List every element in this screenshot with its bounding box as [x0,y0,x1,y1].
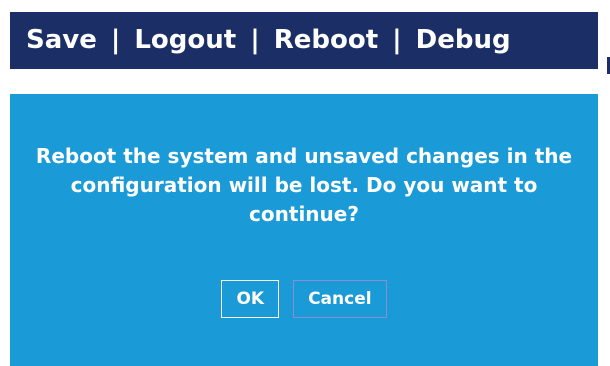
dialog-buttons: OK Cancel [10,280,598,318]
nav-separator: | [392,25,402,55]
top-toolbar: Save | Logout | Reboot | Debug [10,12,598,69]
dialog-message: Reboot the system and unsaved changes in… [35,144,573,226]
nav-reboot[interactable]: Reboot [274,25,378,55]
nav-debug[interactable]: Debug [416,25,511,55]
ok-button[interactable]: OK [221,280,280,318]
nav-logout[interactable]: Logout [134,25,236,55]
reboot-confirm-dialog: Reboot the system and unsaved changes in… [10,94,598,366]
nav-separator: | [250,25,260,55]
nav-separator: | [110,25,121,55]
nav-save[interactable]: Save [26,25,97,55]
cancel-button[interactable]: Cancel [293,280,387,318]
top-nav: Save | Logout | Reboot | Debug [26,20,511,60]
